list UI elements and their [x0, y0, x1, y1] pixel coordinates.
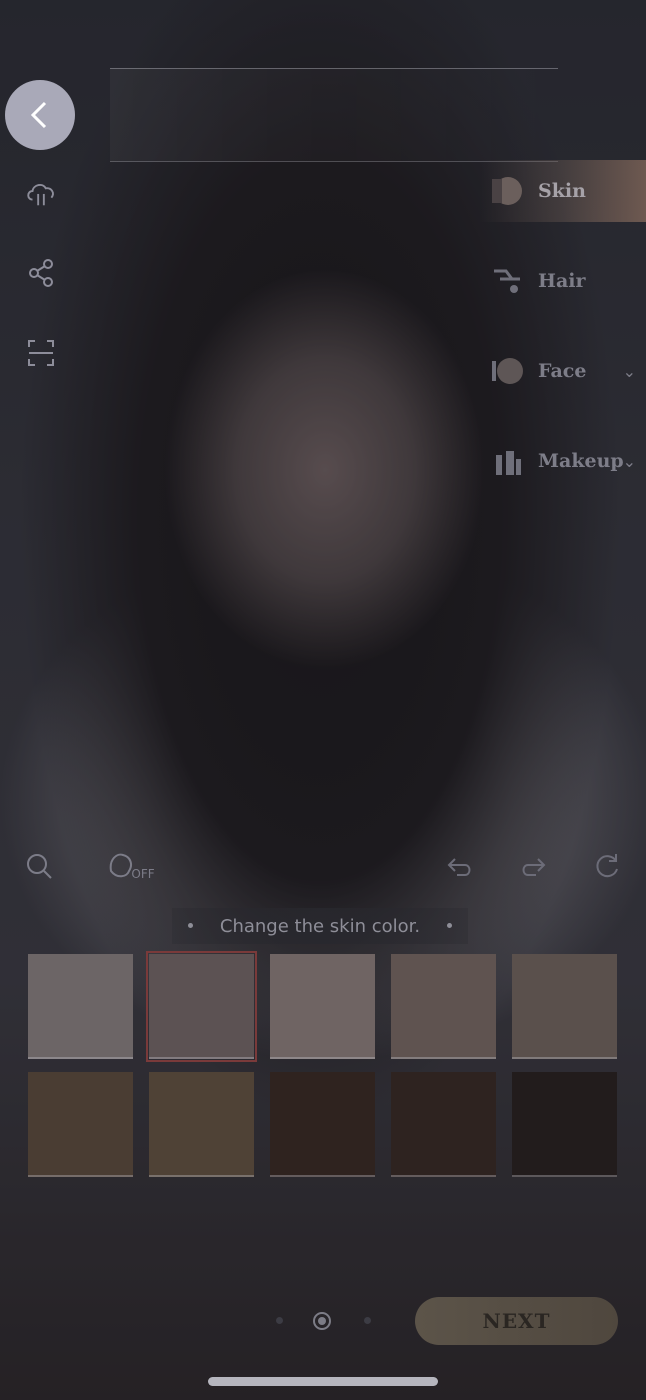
- face-icon: [484, 349, 528, 393]
- home-indicator[interactable]: [208, 1377, 438, 1386]
- hair-toggle-button[interactable]: OFF: [104, 849, 158, 883]
- hint-banner: Change the skin color.: [172, 908, 468, 944]
- category-label: Hair: [538, 270, 586, 292]
- hair-icon: [484, 259, 528, 303]
- undo-button[interactable]: [443, 849, 477, 883]
- page-dot-current: [313, 1312, 331, 1330]
- search-icon: [27, 854, 52, 879]
- undo-icon: [447, 858, 471, 876]
- share-icon: [29, 259, 53, 287]
- hint-text: Change the skin color.: [219, 915, 421, 937]
- category-makeup[interactable]: Makeup ⌄: [480, 430, 646, 492]
- hint-dot-left: [188, 923, 193, 928]
- category-label: Face: [538, 360, 587, 382]
- category-face[interactable]: Face ⌄: [480, 340, 646, 402]
- share-button[interactable]: [24, 256, 58, 290]
- chevron-down-icon: ⌄: [622, 361, 636, 381]
- makeup-icon: [484, 439, 528, 483]
- zoom-button[interactable]: [22, 849, 56, 883]
- skin-icon: [484, 169, 528, 213]
- skin-color-swatch[interactable]: [391, 954, 496, 1059]
- category-label: Skin: [538, 180, 586, 202]
- back-button[interactable]: [5, 80, 75, 150]
- cloud-sync-button[interactable]: [24, 176, 58, 210]
- next-button-label: NEXT: [482, 1309, 551, 1333]
- skin-color-swatch[interactable]: [391, 1072, 496, 1177]
- skin-color-palette: [28, 951, 620, 1177]
- skin-color-swatch[interactable]: [512, 954, 617, 1059]
- category-skin[interactable]: Skin: [480, 160, 646, 222]
- skin-color-swatch[interactable]: [146, 951, 257, 1062]
- chevron-left-icon: [30, 101, 47, 129]
- redo-icon: [522, 858, 546, 876]
- scan-icon: [28, 340, 54, 366]
- chevron-down-icon: ⌄: [622, 451, 636, 471]
- skin-color-swatch[interactable]: [512, 1072, 617, 1177]
- cloud-sync-icon: [27, 183, 54, 206]
- reset-button[interactable]: [590, 849, 624, 883]
- page-dot: [364, 1317, 371, 1324]
- category-hair[interactable]: Hair: [480, 250, 646, 312]
- skin-color-swatch[interactable]: [149, 1072, 254, 1177]
- skin-color-swatch[interactable]: [28, 954, 133, 1059]
- redo-button[interactable]: [516, 849, 550, 883]
- skin-color-swatch[interactable]: [270, 954, 375, 1059]
- hint-dot-right: [447, 923, 452, 928]
- page-dot: [276, 1317, 283, 1324]
- skin-color-swatch[interactable]: [270, 1072, 375, 1177]
- skin-color-swatch[interactable]: [28, 1072, 133, 1177]
- page-indicator: [270, 1312, 380, 1330]
- hair-toggle-label: OFF: [131, 867, 155, 881]
- reset-icon: [596, 854, 618, 878]
- category-label: Makeup: [538, 450, 624, 472]
- next-button[interactable]: NEXT: [415, 1297, 618, 1345]
- top-banner: [110, 68, 558, 162]
- scan-button[interactable]: [24, 336, 58, 370]
